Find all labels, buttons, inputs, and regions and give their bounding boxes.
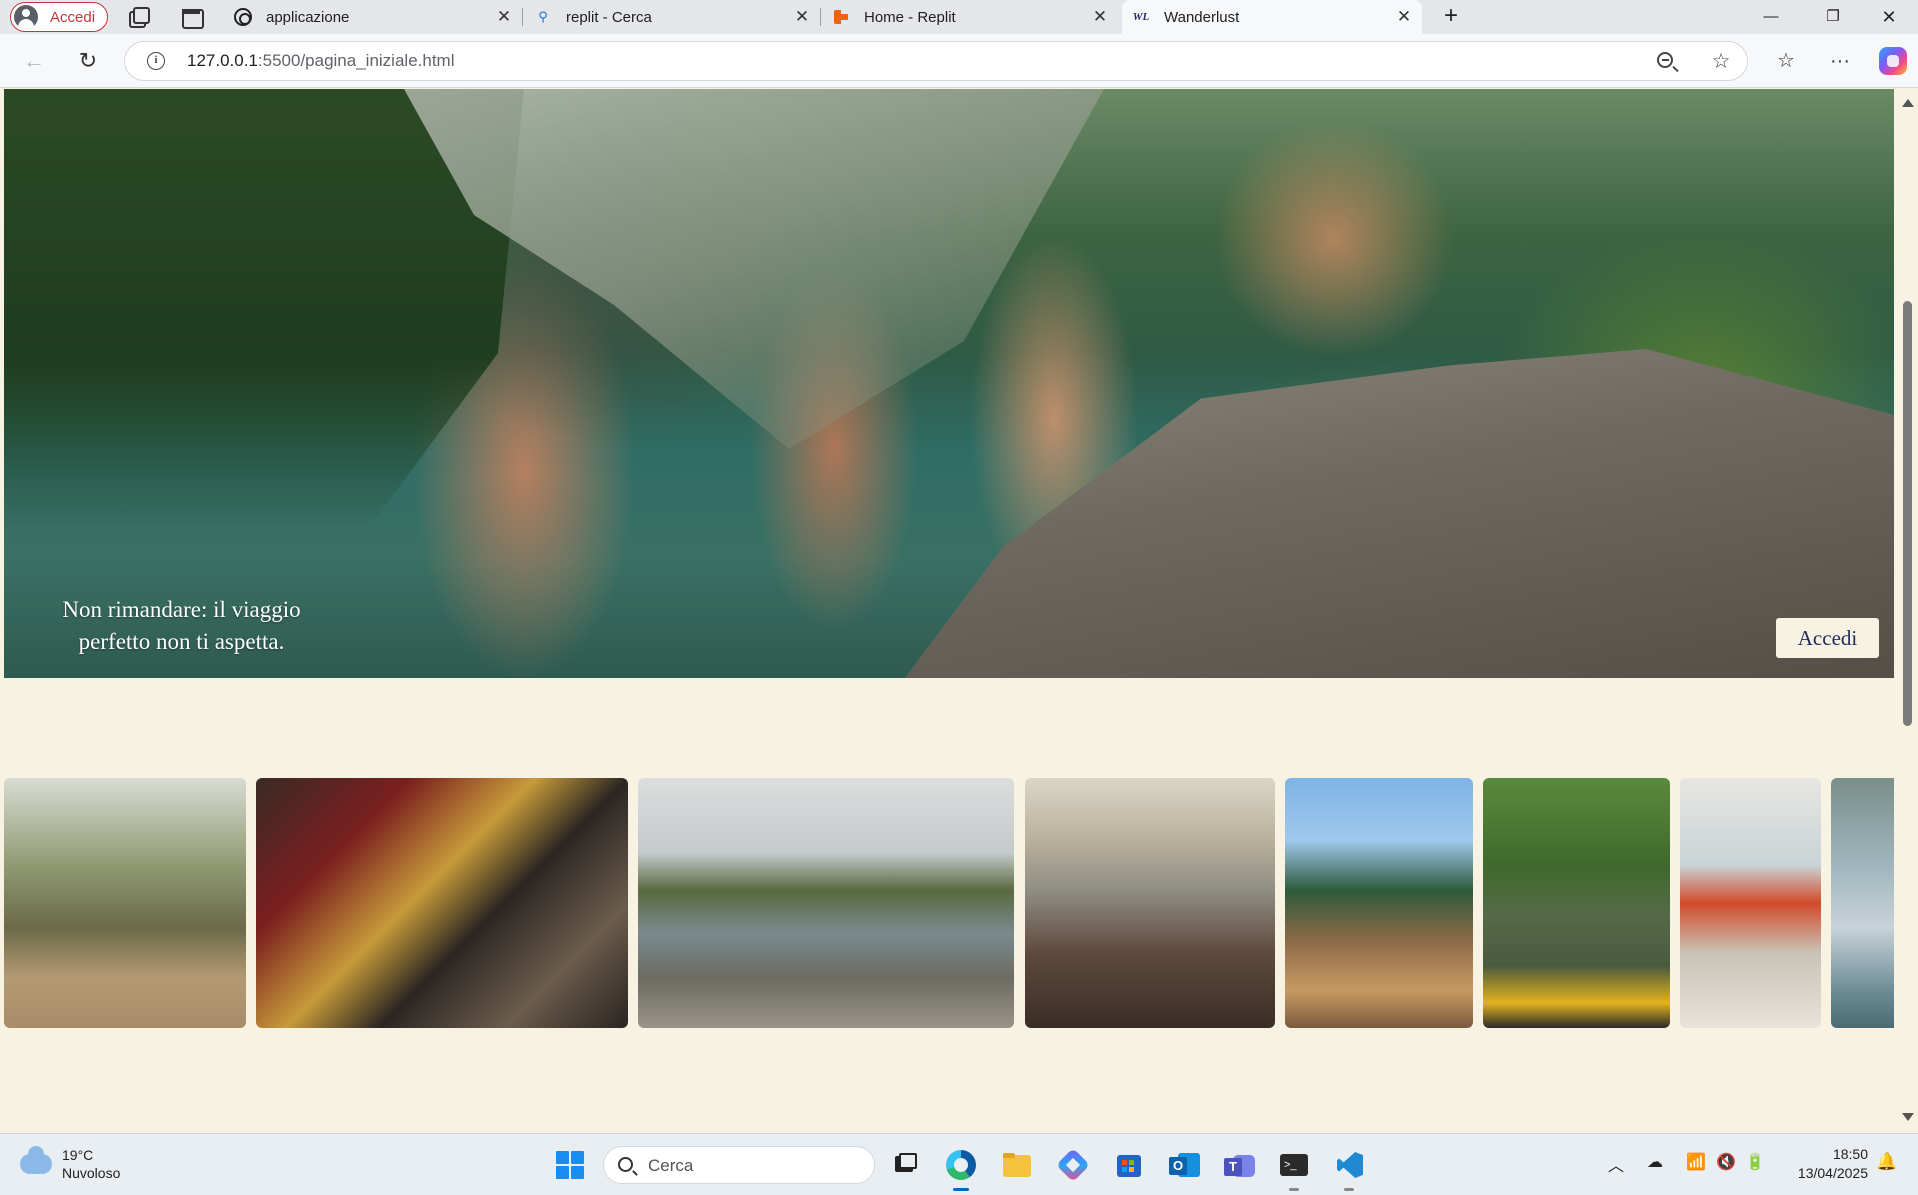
- hero-banner: Non rimandare: il viaggio perfetto non t…: [4, 89, 1894, 678]
- zoom-icon[interactable]: [1657, 50, 1681, 74]
- browser-tab-strip: Accedi applicazione ✕ ⚲ replit - Cerca ✕…: [0, 0, 1918, 34]
- vscode-icon[interactable]: [1331, 1147, 1367, 1191]
- teams-icon[interactable]: T: [1221, 1147, 1257, 1183]
- sailboat-guitar-photo: [1285, 778, 1473, 1028]
- page-viewport: Non rimandare: il viaggio perfetto non t…: [0, 89, 1918, 1133]
- copilot-icon[interactable]: [1879, 47, 1907, 75]
- close-icon[interactable]: ✕: [1390, 7, 1418, 27]
- minimize-button[interactable]: —: [1744, 0, 1798, 34]
- terminal-icon[interactable]: >_: [1276, 1147, 1312, 1191]
- beach-red-dress-photo: [1680, 778, 1821, 1028]
- weather-desc: Nuvoloso: [62, 1165, 121, 1181]
- back-button[interactable]: ←: [20, 47, 48, 75]
- edge-browser-icon[interactable]: [943, 1147, 979, 1191]
- close-window-button[interactable]: ✕: [1862, 0, 1916, 34]
- favorites-icon[interactable]: ☆: [1772, 47, 1800, 75]
- scroll-up-arrow-icon[interactable]: [1902, 99, 1914, 107]
- hero-rocks-shape: [904, 349, 1894, 678]
- new-tab-button[interactable]: +: [1436, 2, 1466, 32]
- tab-title: Wanderlust: [1164, 8, 1240, 26]
- start-button-icon[interactable]: [556, 1151, 584, 1179]
- browser-toolbar: ← ↻ i 127.0.0.1:5500/pagina_iniziale.htm…: [0, 34, 1918, 88]
- openai-icon: [234, 8, 252, 26]
- search-icon: ⚲: [538, 9, 548, 24]
- reload-button[interactable]: ↻: [74, 47, 102, 75]
- replit-icon: [832, 8, 850, 26]
- taskbar-search-placeholder: Cerca: [648, 1156, 694, 1175]
- site-info-icon[interactable]: i: [147, 52, 165, 70]
- cliff-sunset-photo: [1025, 778, 1275, 1028]
- windows-taskbar: 19°C Nuvoloso Cerca O T >_ ︿ ☁ 📶 🔇 🔋 18:…: [0, 1133, 1918, 1195]
- clock-date: 13/04/2025: [1797, 1165, 1868, 1181]
- login-button[interactable]: Accedi: [1776, 618, 1879, 658]
- kayak-river-photo: [1483, 778, 1670, 1028]
- hero-caption: Non rimandare: il viaggio perfetto non t…: [62, 597, 301, 654]
- favorite-star-icon[interactable]: ☆: [1709, 50, 1733, 74]
- scroll-down-arrow-icon[interactable]: [1902, 1113, 1914, 1121]
- close-icon[interactable]: ✕: [788, 7, 816, 27]
- vertical-tabs-icon[interactable]: [180, 6, 204, 29]
- battery-icon[interactable]: 🔋: [1745, 1152, 1765, 1172]
- taskbar-search[interactable]: Cerca: [603, 1146, 875, 1184]
- notification-bell-icon[interactable]: 🔔: [1876, 1152, 1897, 1172]
- url-text[interactable]: 127.0.0.1:5500/pagina_iniziale.html: [187, 51, 455, 71]
- search-icon: [618, 1157, 633, 1172]
- close-icon[interactable]: ✕: [490, 7, 518, 27]
- profile-button[interactable]: Accedi: [10, 2, 108, 32]
- scrollbar-thumb[interactable]: [1903, 301, 1912, 726]
- tab-replit-cerca[interactable]: ⚲ replit - Cerca ✕: [524, 0, 821, 34]
- tab-applicazione[interactable]: applicazione ✕: [224, 0, 523, 34]
- cloud-icon: [20, 1146, 52, 1174]
- favicon-wl-text: WL: [1132, 11, 1150, 23]
- profile-label: Accedi: [50, 8, 96, 26]
- clock-time: 18:50: [1832, 1146, 1868, 1162]
- url-host: 127.0.0.1: [187, 51, 258, 70]
- address-bar[interactable]: i 127.0.0.1:5500/pagina_iniziale.html ☆: [124, 41, 1748, 81]
- tab-wanderlust[interactable]: WL Wanderlust ✕: [1122, 0, 1422, 34]
- workspaces-icon[interactable]: [127, 6, 150, 28]
- tab-title: applicazione: [266, 8, 350, 26]
- task-view-icon[interactable]: [887, 1147, 923, 1183]
- restore-button[interactable]: ❐: [1806, 0, 1860, 34]
- lakeside-friends-photo: [638, 778, 1014, 1028]
- photo-gallery: [4, 778, 1894, 1030]
- outlook-icon[interactable]: O: [1166, 1147, 1202, 1183]
- file-explorer-icon[interactable]: [999, 1147, 1035, 1183]
- avatar-icon: [14, 5, 38, 29]
- hammocks-under-tree-photo: [4, 778, 246, 1028]
- close-icon[interactable]: ✕: [1086, 7, 1114, 27]
- onedrive-cloud-icon[interactable]: ☁: [1647, 1152, 1663, 1172]
- weather-widget[interactable]: 19°C Nuvoloso: [20, 1146, 120, 1182]
- weather-temp: 19°C: [62, 1147, 94, 1163]
- tab-title: replit - Cerca: [566, 8, 652, 26]
- taskbar-clock[interactable]: 18:50 13/04/2025: [1778, 1145, 1868, 1183]
- hero-mountains-shape: [404, 89, 1104, 449]
- wanderlust-icon: WL: [1132, 8, 1150, 26]
- tab-home-replit[interactable]: Home - Replit ✕: [822, 0, 1118, 34]
- microsoft-store-icon[interactable]: [1111, 1147, 1147, 1183]
- url-path: :5500/pagina_iniziale.html: [257, 51, 455, 70]
- street-food-market-photo: [256, 778, 628, 1028]
- volume-muted-icon[interactable]: 🔇: [1716, 1152, 1736, 1172]
- lake-swim-photo: [1831, 778, 1894, 1028]
- tab-title: Home - Replit: [864, 8, 956, 26]
- copilot-app-icon[interactable]: [1055, 1147, 1091, 1183]
- more-menu-icon[interactable]: ···: [1826, 47, 1854, 75]
- page-scrollbar[interactable]: [1896, 89, 1918, 1133]
- tray-overflow-icon[interactable]: ︿: [1608, 1152, 1624, 1176]
- wifi-icon[interactable]: 📶: [1686, 1152, 1706, 1172]
